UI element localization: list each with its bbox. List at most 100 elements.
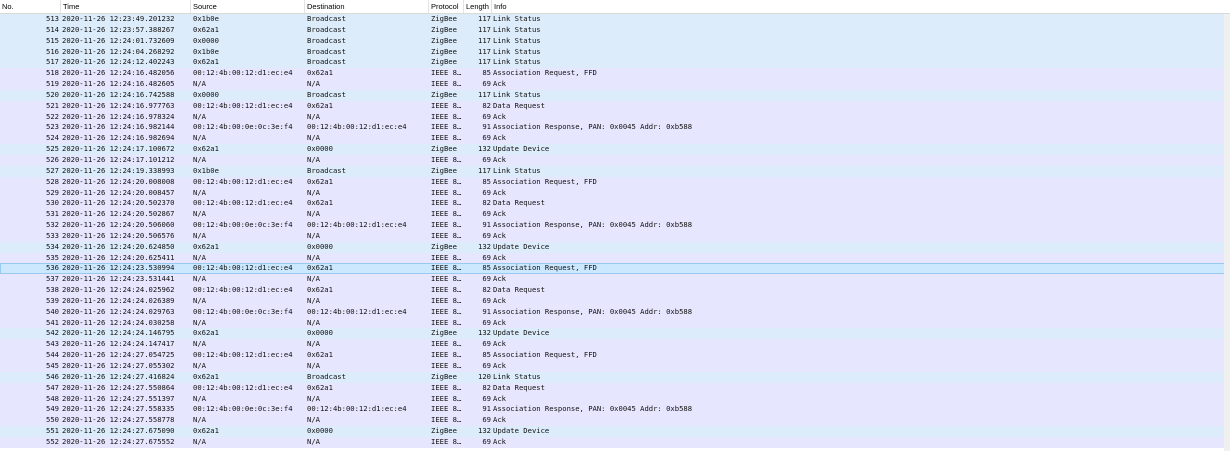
packet-row[interactable]: 525 2020-11-26 12:24:17.100672 0x62a1 0x000…	[0, 144, 1230, 155]
packet-no: 530	[46, 198, 59, 208]
packet-source: 00:12:4b:00:0e:0c:3e:f4	[193, 220, 293, 230]
packet-no: 525	[46, 144, 59, 154]
packet-destination: 0x62a1	[307, 263, 333, 273]
packet-row[interactable]: 538 2020-11-26 12:24:24.025962 00:12:4b:00…	[0, 285, 1230, 296]
packet-row-selected[interactable]: 536 2020-11-26 12:24:23.530994 00:12:4b:00…	[0, 263, 1230, 275]
packet-row[interactable]: 533 2020-11-26 12:24:20.506576 N/A N/A IEEE …	[0, 230, 1230, 242]
column-header-destination[interactable]: Destination	[305, 0, 429, 13]
packet-source: 00:12:4b:00:0e:0c:3e:f4	[193, 122, 293, 132]
packet-time: 2020-11-26 12:24:27.675090	[62, 426, 175, 436]
packet-time: 2020-11-26 12:24:24.029763	[62, 306, 175, 316]
packet-info: Ack	[493, 393, 506, 403]
packet-destination: 00:12:4b:00:12:d1:ec:e4	[307, 404, 407, 414]
packet-source: N/A	[193, 252, 206, 262]
packet-time: 2020-11-26 12:24:24.030258	[62, 317, 175, 327]
packet-info: Link Status	[493, 35, 541, 45]
packet-no: 519	[46, 79, 59, 89]
packet-row[interactable]: 514 2020-11-26 12:23:57.388267 0x62a1 Broad…	[0, 24, 1230, 36]
packet-row[interactable]: 541 2020-11-26 12:24:24.030258 N/A N/A IEEE …	[0, 317, 1230, 329]
packet-protocol: ZigBee	[431, 46, 457, 56]
packet-row[interactable]: 527 2020-11-26 12:24:19.338993 0x1b0e Broad…	[0, 165, 1230, 177]
packet-no: 539	[46, 295, 59, 305]
packet-no: 527	[46, 165, 59, 175]
packet-source: 00:12:4b:00:12:d1:ec:e4	[193, 263, 293, 273]
packet-row[interactable]: 548 2020-11-26 12:24:27.551397 N/A N/A IEEE …	[0, 393, 1230, 405]
packet-no: 513	[46, 14, 59, 23]
packet-protocol: IEEE 8…	[431, 220, 462, 230]
packet-length: 85	[482, 350, 491, 360]
column-header-source[interactable]: Source	[191, 0, 305, 13]
packet-row[interactable]: 547 2020-11-26 12:24:27.550864 00:12:4b:00…	[0, 382, 1230, 394]
packet-length: 117	[478, 165, 491, 175]
packet-row[interactable]: 524 2020-11-26 12:24:16.982694 N/A N/A IEEE …	[0, 133, 1230, 145]
packet-time: 2020-11-26 12:24:24.025962	[62, 285, 175, 295]
column-header-no[interactable]: No.	[0, 0, 61, 13]
column-header-info[interactable]: Info	[492, 0, 1223, 13]
packet-length: 69	[482, 111, 491, 121]
packet-source: 00:12:4b:00:12:d1:ec:e4	[193, 100, 293, 110]
packet-no: 532	[46, 220, 59, 230]
packet-info: Association Response, PAN: 0x0045 Addr: …	[493, 404, 693, 414]
packet-row[interactable]: 517 2020-11-26 12:24:12.402243 0x62a1 Broad…	[0, 57, 1230, 69]
packet-length: 69	[482, 230, 491, 240]
packet-row[interactable]: 523 2020-11-26 12:24:16.982144 00:12:4b:00…	[0, 122, 1230, 134]
packet-source: 0x0000	[193, 35, 219, 45]
packet-time: 2020-11-26 12:24:12.402243	[62, 57, 175, 67]
column-header-protocol[interactable]: Protocol	[429, 0, 464, 13]
packet-row[interactable]: 519 2020-11-26 12:24:16.482605 N/A N/A IEEE …	[0, 79, 1230, 90]
packet-row[interactable]: 513 2020-11-26 12:23:49.201232 0x1b0e Broad…	[0, 14, 1230, 25]
column-header-time[interactable]: Time	[61, 0, 191, 13]
packet-no: 524	[46, 133, 59, 143]
packet-row[interactable]: 537 2020-11-26 12:24:23.531441 N/A N/A IEEE …	[0, 274, 1230, 286]
packet-info: Association Response, PAN: 0x0045 Addr: …	[493, 220, 693, 230]
packet-row[interactable]: 550 2020-11-26 12:24:27.558778 N/A N/A IEEE …	[0, 415, 1230, 427]
packet-source: 00:12:4b:00:0e:0c:3e:f4	[193, 306, 293, 316]
packet-row[interactable]: 540 2020-11-26 12:24:24.029763 00:12:4b:00…	[0, 306, 1230, 318]
packet-destination: N/A	[307, 317, 320, 327]
packet-row[interactable]: 544 2020-11-26 12:24:27.054725 00:12:4b:00…	[0, 350, 1230, 361]
packet-row[interactable]: 549 2020-11-26 12:24:27.558335 00:12:4b:00…	[0, 404, 1230, 416]
packet-no: 542	[46, 328, 59, 338]
packet-protocol: IEEE 8…	[431, 306, 462, 316]
packet-row[interactable]: 515 2020-11-26 12:24:01.732609 0x0000 Broad…	[0, 35, 1230, 47]
packet-row[interactable]: 543 2020-11-26 12:24:24.147417 N/A N/A IEEE …	[0, 339, 1230, 351]
packet-protocol: ZigBee	[431, 89, 457, 99]
packet-destination: 0x62a1	[307, 198, 333, 208]
packet-row[interactable]: 520 2020-11-26 12:24:16.742588 0x0000 Broad…	[0, 89, 1230, 101]
packet-protocol: IEEE 8…	[431, 122, 462, 132]
packet-length: 132	[478, 328, 491, 338]
packet-source: N/A	[193, 339, 206, 349]
column-header-length[interactable]: Length	[464, 0, 492, 13]
packet-row[interactable]: 542 2020-11-26 12:24:24.146795 0x62a1 0x000…	[0, 328, 1230, 340]
packet-destination: 00:12:4b:00:12:d1:ec:e4	[307, 220, 407, 230]
packet-row[interactable]: 551 2020-11-26 12:24:27.675090 0x62a1 0x000…	[0, 426, 1230, 437]
packet-row[interactable]: 545 2020-11-26 12:24:27.055302 N/A N/A IEEE …	[0, 361, 1230, 372]
packet-row[interactable]: 516 2020-11-26 12:24:04.268292 0x1b0e Broad…	[0, 46, 1230, 58]
packet-row[interactable]: 546 2020-11-26 12:24:27.416824 0x62a1 Broad…	[0, 371, 1230, 383]
packet-row[interactable]: 535 2020-11-26 12:24:20.625411 N/A N/A IEEE …	[0, 252, 1230, 264]
packet-row[interactable]: 526 2020-11-26 12:24:17.101212 N/A N/A IEEE …	[0, 154, 1230, 166]
packet-row[interactable]: 534 2020-11-26 12:24:20.624850 0x62a1 0x000…	[0, 241, 1230, 253]
packet-no: 526	[46, 154, 59, 164]
packet-row[interactable]: 530 2020-11-26 12:24:20.502370 00:12:4b:00…	[0, 198, 1230, 210]
packet-row[interactable]: 531 2020-11-26 12:24:20.502867 N/A N/A IEEE …	[0, 209, 1230, 221]
packet-row[interactable]: 529 2020-11-26 12:24:20.008457 N/A N/A IEEE …	[0, 187, 1230, 199]
packet-time: 2020-11-26 12:24:01.732609	[62, 35, 175, 45]
packet-row[interactable]: 521 2020-11-26 12:24:16.977763 00:12:4b:00…	[0, 100, 1230, 112]
packet-no: 528	[46, 176, 59, 186]
packet-row[interactable]: 522 2020-11-26 12:24:16.978324 N/A N/A IEEE …	[0, 111, 1230, 123]
packet-destination: N/A	[307, 187, 320, 197]
packet-time: 2020-11-26 12:24:20.008457	[62, 187, 175, 197]
packet-length: 69	[482, 274, 491, 284]
packet-row[interactable]: 539 2020-11-26 12:24:24.026389 N/A N/A IEEE …	[0, 295, 1230, 307]
packet-row[interactable]: 532 2020-11-26 12:24:20.506060 00:12:4b:00…	[0, 220, 1230, 231]
packet-destination: Broadcast	[307, 165, 346, 175]
packet-destination: 0x0000	[307, 426, 333, 436]
vertical-scrollbar[interactable]	[1224, 14, 1230, 451]
packet-no: 529	[46, 187, 59, 197]
packet-protocol: ZigBee	[431, 35, 457, 45]
packet-source: N/A	[193, 436, 206, 446]
packet-row[interactable]: 518 2020-11-26 12:24:16.482056 00:12:4b:00…	[0, 68, 1230, 80]
packet-row[interactable]: 528 2020-11-26 12:24:20.008008 00:12:4b:00…	[0, 176, 1230, 188]
packet-row[interactable]: 552 2020-11-26 12:24:27.675552 N/A N/A IEEE …	[0, 436, 1230, 448]
